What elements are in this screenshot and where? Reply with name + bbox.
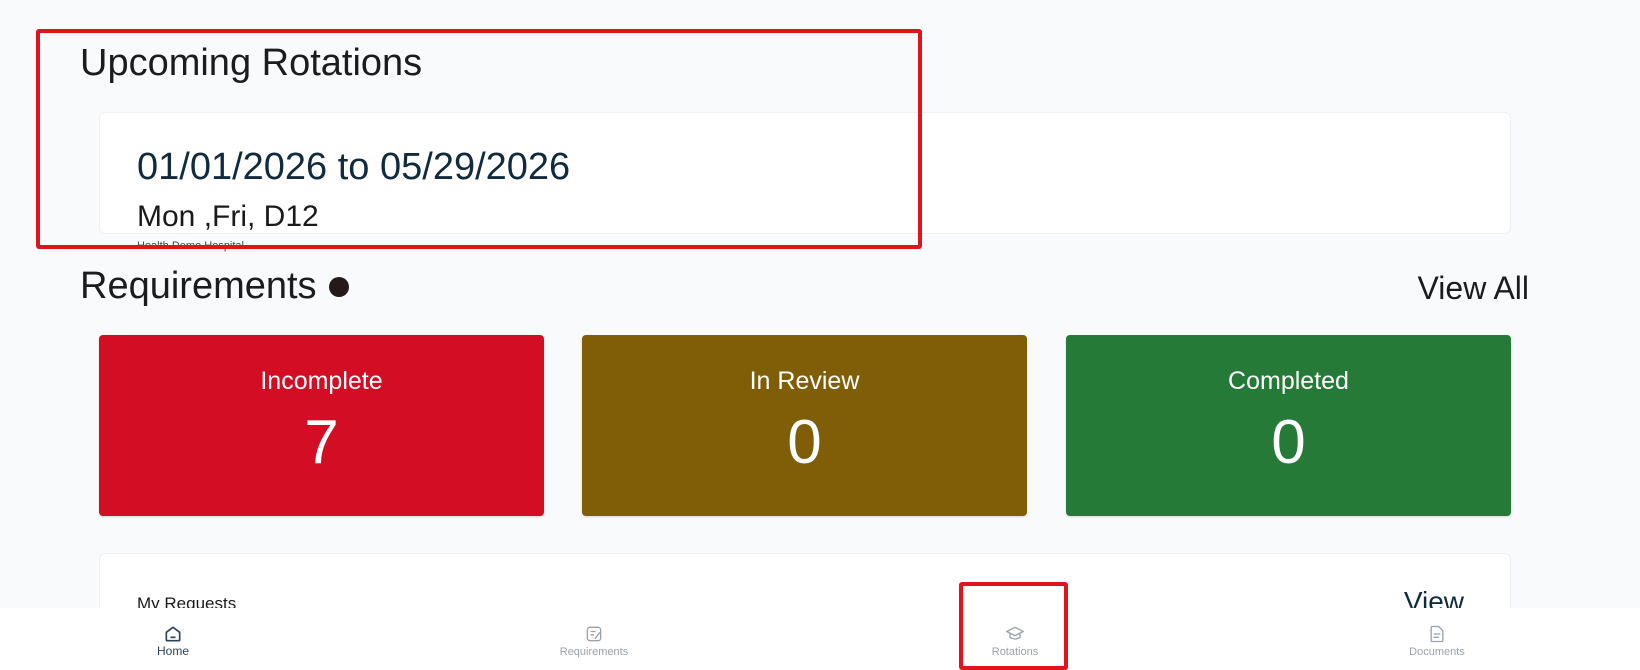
in-review-card[interactable]: In Review 0 — [582, 335, 1027, 516]
incomplete-card[interactable]: Incomplete 7 — [99, 335, 544, 516]
nav-item-home[interactable]: Home — [73, 608, 273, 670]
nav-label-home: Home — [156, 644, 189, 658]
nav-item-requirements[interactable]: Requirements — [494, 608, 694, 670]
rotation-site: Health Demo Hospital — [137, 240, 244, 252]
nav-label-requirements: Requirements — [559, 646, 629, 658]
status-dot-icon — [328, 276, 349, 297]
checklist-icon — [586, 626, 602, 642]
document-icon — [1430, 625, 1444, 643]
card-count: 7 — [304, 408, 339, 477]
home-icon — [165, 626, 181, 642]
rotation-dates: 01/01/2026 to 05/29/2026 — [137, 146, 571, 188]
graduation-cap-icon — [1006, 626, 1024, 640]
card-label: Incomplete — [260, 367, 383, 395]
nav-label-documents: Documents — [1409, 646, 1465, 658]
upcoming-rotations-title: Upcoming Rotations — [80, 42, 423, 84]
card-count: 0 — [787, 408, 822, 477]
requirements-title: Requirements — [80, 265, 349, 308]
bottom-navigation: Home Requirements Rotations Documents — [0, 608, 1640, 670]
rotation-days: Mon ,Fri, D12 — [137, 200, 319, 233]
card-label: In Review — [749, 367, 860, 395]
nav-item-rotations[interactable]: Rotations — [915, 608, 1115, 670]
nav-item-documents[interactable]: Documents — [1337, 608, 1537, 670]
nav-label-rotations: Rotations — [991, 646, 1039, 658]
requirements-title-text: Requirements — [80, 265, 317, 307]
card-count: 0 — [1271, 408, 1306, 477]
card-label: Completed — [1228, 367, 1349, 395]
completed-card[interactable]: Completed 0 — [1066, 335, 1511, 516]
view-all-link[interactable]: View All — [1418, 270, 1529, 307]
